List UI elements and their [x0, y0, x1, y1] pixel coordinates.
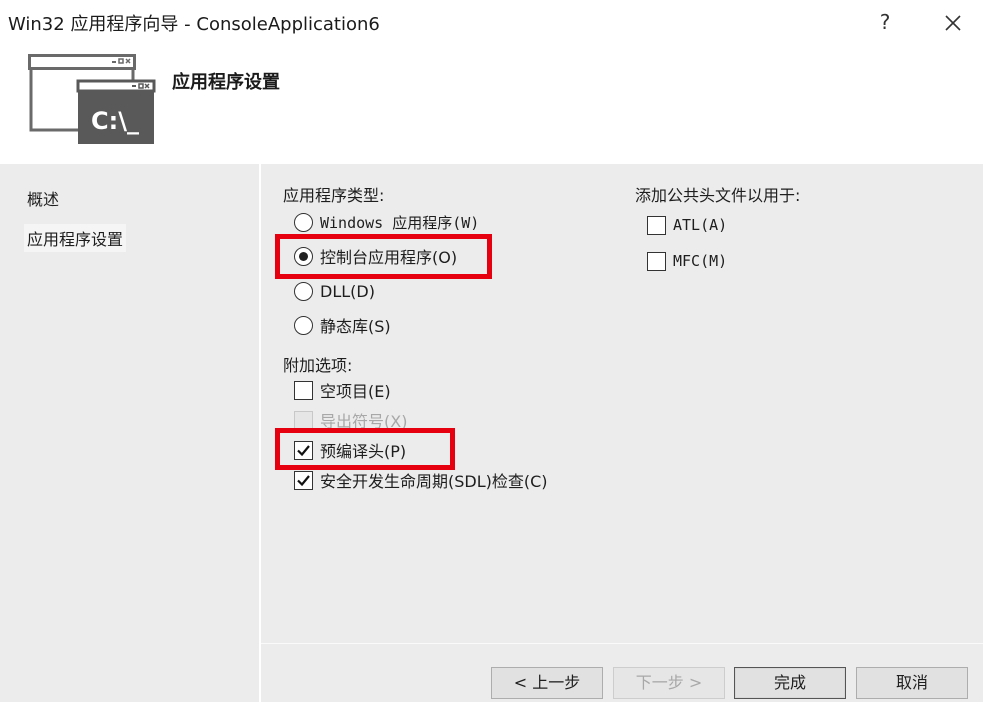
checkbox-label: ATL(A) [673, 216, 728, 234]
console-icon-text: C:\_ [91, 107, 139, 135]
nav-item-overview[interactable]: 概述 [24, 184, 62, 212]
help-button[interactable]: ? [872, 8, 898, 36]
cancel-button[interactable]: 取消 [856, 667, 968, 699]
window-title: Win32 应用程序向导 - ConsoleApplication6 [8, 14, 380, 35]
settings-panel: 应用程序类型: Windows 应用程序(W) 控制台应用程序(O) DLL(D… [261, 164, 983, 643]
checkbox-label: 预编译头(P) [320, 442, 407, 461]
radio-dll[interactable]: DLL(D) [294, 279, 375, 303]
radio-button[interactable] [294, 246, 313, 266]
checkbox-label: MFC(M) [673, 252, 728, 270]
radio-button[interactable] [294, 281, 313, 301]
checkbox[interactable] [647, 251, 666, 271]
checkbox[interactable] [294, 470, 313, 490]
nav-item-app-settings[interactable]: 应用程序设置 [24, 224, 127, 252]
radio-button[interactable] [294, 315, 313, 335]
check-mfc[interactable]: MFC(M) [647, 249, 727, 273]
console-window-icon: C:\_ [28, 54, 156, 144]
checkbox-label: 安全开发生命周期(SDL)检查(C) [320, 472, 548, 491]
page-title: 应用程序设置 [172, 72, 280, 93]
wizard-header: C:\_ 应用程序设置 [0, 44, 983, 164]
common-headers-heading: 添加公共头文件以用于: [635, 186, 801, 205]
checkbox [294, 410, 313, 430]
check-export-symbols: 导出符号(X) [294, 408, 407, 432]
close-button[interactable] [938, 8, 968, 38]
radio-label: Windows 应用程序(W) [320, 213, 480, 232]
checkbox[interactable] [294, 440, 313, 460]
wizard-nav: 概述 应用程序设置 [0, 164, 261, 702]
check-empty-project[interactable]: 空项目(E) [294, 378, 391, 402]
radio-label: 控制台应用程序(O) [320, 248, 458, 267]
radio-label: 静态库(S) [320, 317, 391, 336]
checkmark-icon [297, 444, 310, 456]
radio-label: DLL(D) [320, 281, 375, 301]
radio-console-app[interactable]: 控制台应用程序(O) [294, 244, 457, 268]
radio-static-lib[interactable]: 静态库(S) [294, 313, 391, 337]
title-bar: Win32 应用程序向导 - ConsoleApplication6 ? [0, 0, 983, 44]
check-precompiled-header[interactable]: 预编译头(P) [294, 438, 406, 462]
checkbox-label: 导出符号(X) [320, 412, 408, 431]
radio-windows-app[interactable]: Windows 应用程序(W) [294, 210, 479, 234]
additional-options-heading: 附加选项: [283, 356, 353, 375]
checkmark-icon [297, 474, 310, 486]
prev-button[interactable]: < 上一步 [491, 667, 603, 699]
close-icon [945, 15, 961, 31]
checkbox-label: 空项目(E) [320, 382, 391, 401]
next-button[interactable]: 下一步 > [613, 667, 725, 699]
check-atl[interactable]: ATL(A) [647, 213, 727, 237]
check-sdl[interactable]: 安全开发生命周期(SDL)检查(C) [294, 468, 548, 492]
checkbox[interactable] [647, 215, 666, 235]
finish-button[interactable]: 完成 [734, 667, 846, 699]
app-type-heading: 应用程序类型: [283, 186, 385, 205]
checkbox[interactable] [294, 380, 313, 400]
radio-button[interactable] [294, 212, 313, 232]
